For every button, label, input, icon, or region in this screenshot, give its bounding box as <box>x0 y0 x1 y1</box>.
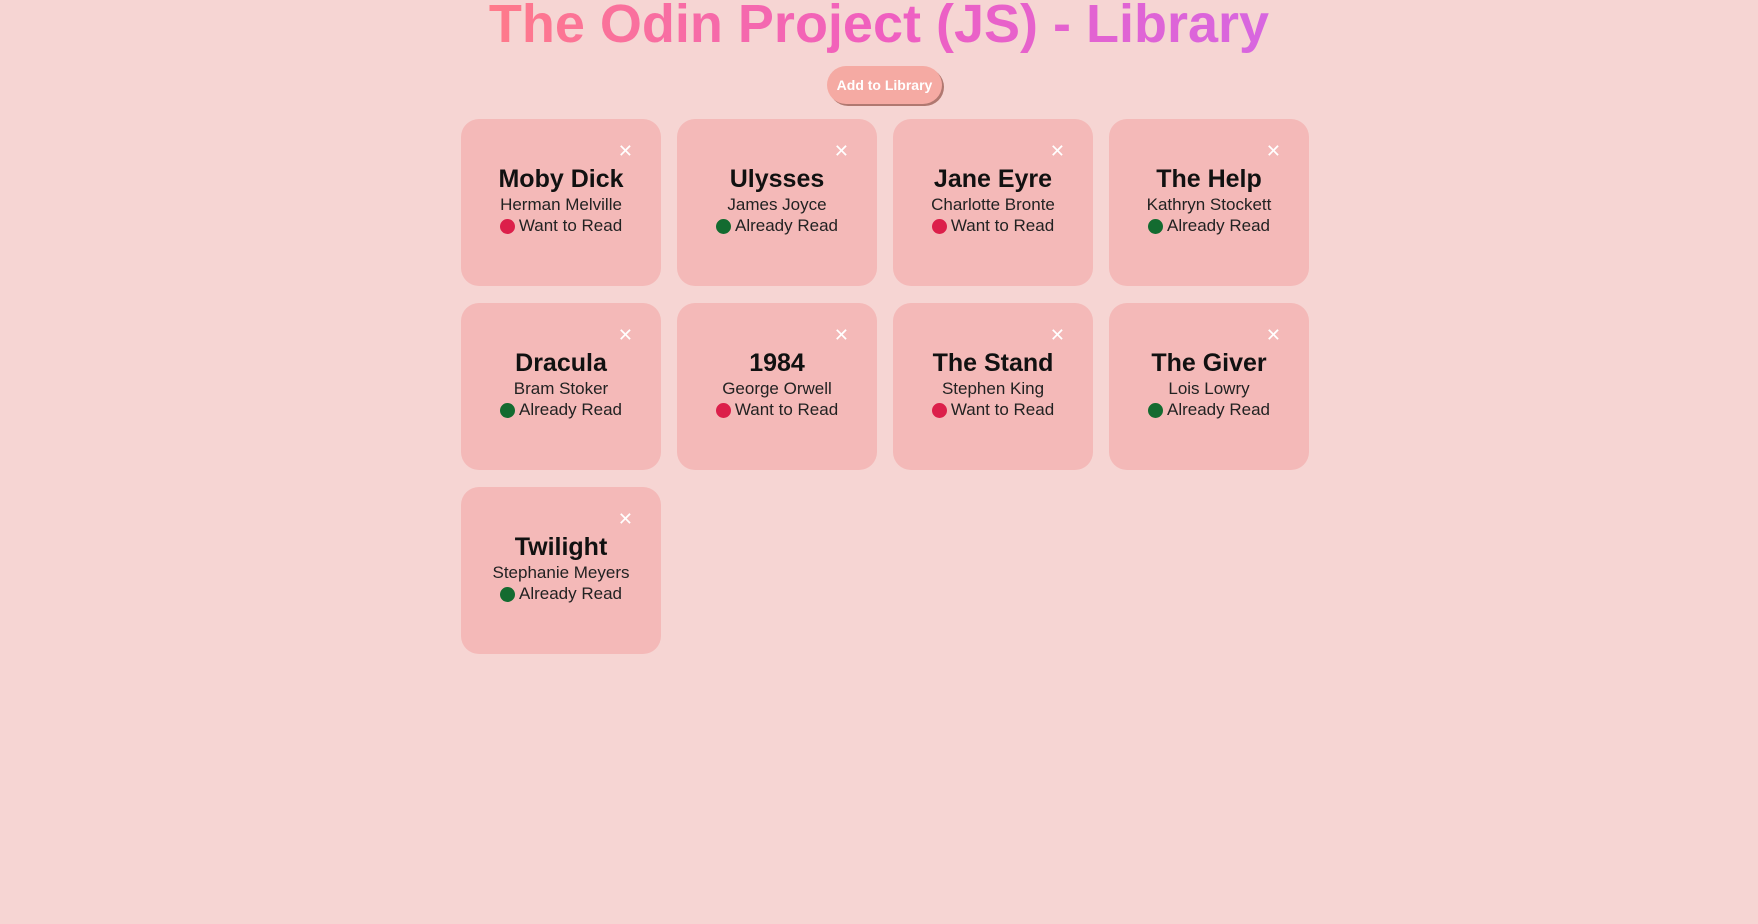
read-status: Already Read <box>1109 216 1309 236</box>
book-title: Jane Eyre <box>933 165 1053 193</box>
book-title: The Giver <box>1151 349 1267 377</box>
status-toggle-icon[interactable] <box>1147 402 1163 418</box>
close-icon[interactable]: ✕ <box>834 141 849 161</box>
book-card: ✕ The Help Kathryn Stockett Already Read <box>1109 119 1309 286</box>
status-toggle-icon[interactable] <box>1147 218 1163 234</box>
status-label: Want to Read <box>950 400 1055 419</box>
read-status: Already Read <box>461 400 661 420</box>
book-card: ✕ The Stand Stephen King Want to Read <box>893 303 1093 470</box>
book-title: 1984 <box>749 349 805 377</box>
status-label: Want to Read <box>950 216 1055 235</box>
book-author: Stephen King <box>941 379 1045 398</box>
status-toggle-icon[interactable] <box>499 586 515 602</box>
read-status: Already Read <box>1109 400 1309 420</box>
close-icon[interactable]: ✕ <box>618 141 633 161</box>
read-status: Already Read <box>461 584 661 604</box>
close-icon[interactable]: ✕ <box>1050 141 1065 161</box>
status-label: Already Read <box>518 584 622 603</box>
page-title: The Odin Project (JS) - Library <box>0 0 1758 56</box>
book-title: Twilight <box>514 533 608 561</box>
close-icon[interactable]: ✕ <box>1266 325 1281 345</box>
add-to-library-button[interactable]: Add to Library <box>827 66 942 104</box>
status-toggle-icon[interactable] <box>931 402 947 418</box>
book-card: ✕ Ulysses James Joyce Already Read <box>677 119 877 286</box>
book-title: Ulysses <box>729 165 825 193</box>
close-icon[interactable]: ✕ <box>1050 325 1065 345</box>
close-icon[interactable]: ✕ <box>1266 141 1281 161</box>
status-toggle-icon[interactable] <box>715 402 731 418</box>
book-card: ✕ Dracula Bram Stoker Already Read <box>461 303 661 470</box>
page-title-text: The Odin Project (JS) - Library <box>489 0 1269 54</box>
book-author: Bram Stoker <box>513 379 609 398</box>
book-title: Dracula <box>515 349 607 377</box>
close-icon[interactable]: ✕ <box>618 325 633 345</box>
book-author: George Orwell <box>722 379 832 398</box>
close-icon[interactable]: ✕ <box>618 509 633 529</box>
book-title: Moby Dick <box>498 165 624 193</box>
book-title: The Stand <box>932 349 1054 377</box>
read-status: Want to Read <box>893 216 1093 236</box>
book-card: ✕ Moby Dick Herman Melville Want to Read <box>461 119 661 286</box>
status-toggle-icon[interactable] <box>931 218 947 234</box>
status-label: Already Read <box>734 216 838 235</box>
status-toggle-icon[interactable] <box>715 218 731 234</box>
read-status: Want to Read <box>893 400 1093 420</box>
book-author: Herman Melville <box>500 195 622 214</box>
book-author: Charlotte Bronte <box>931 195 1055 214</box>
book-author: James Joyce <box>727 195 827 214</box>
status-label: Already Read <box>1166 216 1270 235</box>
book-author: Lois Lowry <box>1168 379 1250 398</box>
close-icon[interactable]: ✕ <box>834 325 849 345</box>
status-toggle-icon[interactable] <box>499 402 515 418</box>
read-status: Already Read <box>677 216 877 236</box>
status-toggle-icon[interactable] <box>499 218 515 234</box>
status-label: Already Read <box>1166 400 1270 419</box>
status-label: Want to Read <box>734 400 839 419</box>
book-author: Kathryn Stockett <box>1146 195 1272 214</box>
read-status: Want to Read <box>461 216 661 236</box>
book-card: ✕ 1984 George Orwell Want to Read <box>677 303 877 470</box>
book-title: The Help <box>1156 165 1262 193</box>
status-label: Want to Read <box>518 216 623 235</box>
book-card: ✕ Jane Eyre Charlotte Bronte Want to Rea… <box>893 119 1093 286</box>
book-grid: ✕ Moby Dick Herman Melville Want to Read… <box>461 119 1309 654</box>
read-status: Want to Read <box>677 400 877 420</box>
book-card: ✕ Twilight Stephanie Meyers Already Read <box>461 487 661 654</box>
status-label: Already Read <box>518 400 622 419</box>
book-card: ✕ The Giver Lois Lowry Already Read <box>1109 303 1309 470</box>
book-author: Stephanie Meyers <box>492 563 630 582</box>
